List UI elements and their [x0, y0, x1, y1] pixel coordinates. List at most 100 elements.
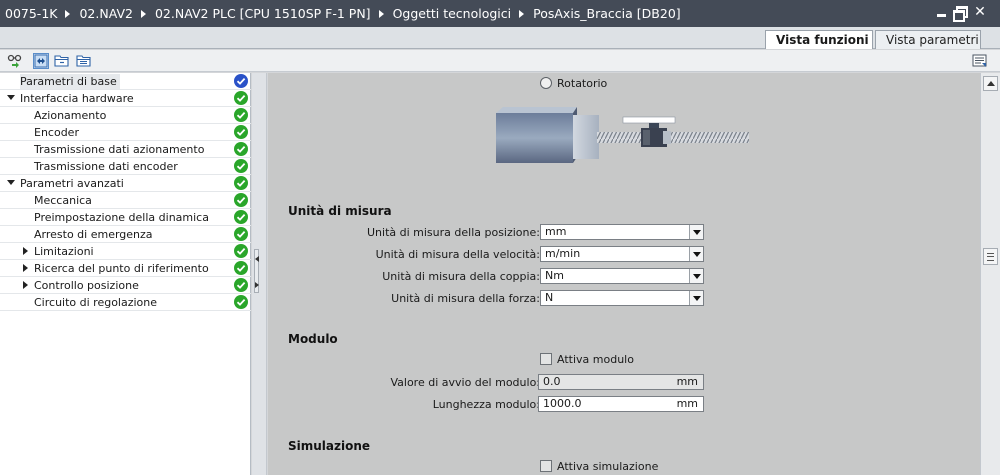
rotatorio-radio[interactable]	[540, 77, 552, 89]
nav-item-label: Trasmissione dati encoder	[34, 160, 178, 173]
nav-item-interfaccia-hardware[interactable]: Interfaccia hardware	[0, 90, 251, 107]
status-ok-icon	[234, 74, 248, 88]
nav-item-label: Arresto di emergenza	[34, 228, 153, 241]
chevron-down-icon[interactable]	[689, 269, 703, 283]
status-ok-icon	[234, 142, 248, 156]
nav-item-arresto-di-emergenza[interactable]: Arresto di emergenza	[0, 226, 251, 243]
nav-item-trasmissione-dati-encoder[interactable]: Trasmissione dati encoder	[0, 158, 251, 175]
modulo-length-field[interactable]: 1000.0 mm	[538, 396, 704, 412]
scrollbar-thumb[interactable]	[983, 248, 998, 265]
nav-item-label: Controllo posizione	[34, 279, 139, 292]
nav-item-label: Meccanica	[34, 194, 92, 207]
nav-item-circuito-di-regolazione[interactable]: Circuito di regolazione	[0, 294, 251, 311]
section-modulo-title: Modulo	[288, 332, 338, 346]
nav-item-preimpostazione-dinamica[interactable]: Preimpostazione della dinamica	[0, 209, 251, 226]
attiva-simulazione-checkbox[interactable]	[540, 460, 552, 472]
expand-down-icon[interactable]	[7, 95, 15, 100]
expand-right-icon[interactable]	[23, 281, 28, 289]
collapse-folder-icon[interactable]	[54, 53, 70, 69]
modulo-start-field[interactable]: 0.0 mm	[538, 374, 704, 390]
unit-position-select[interactable]: mm	[540, 224, 704, 240]
unit-torque-select[interactable]: Nm	[540, 268, 704, 284]
view-tab-bar: Vista funzioni Vista parametri	[0, 27, 1000, 49]
breadcrumb-separator-icon	[519, 9, 525, 18]
status-ok-icon	[234, 244, 248, 258]
unit-position-label: Unità di misura della posizione:	[366, 226, 540, 239]
status-ok-icon	[234, 295, 248, 309]
nav-item-label: Preimpostazione della dinamica	[34, 211, 209, 224]
nav-item-trasmissione-dati-azionamento[interactable]: Trasmissione dati azionamento	[0, 141, 251, 158]
axis-illustration	[496, 107, 749, 163]
status-ok-icon	[234, 91, 248, 105]
unit-torque-label: Unità di misura della coppia:	[382, 270, 540, 283]
nav-item-controllo-posizione[interactable]: Controllo posizione	[0, 277, 251, 294]
pane-settings-icon[interactable]	[972, 53, 988, 69]
chevron-down-icon[interactable]	[689, 225, 703, 239]
chevron-down-icon[interactable]	[689, 247, 703, 261]
unit-force-value: N	[545, 291, 554, 304]
unit-velocity-label: Unità di misura della velocità:	[375, 248, 540, 261]
attiva-simulazione-label: Attiva simulazione	[557, 460, 659, 473]
nav-item-meccanica[interactable]: Meccanica	[0, 192, 251, 209]
section-unita-di-misura-title: Unità di misura	[288, 204, 392, 218]
breadcrumb-separator-icon	[65, 9, 71, 18]
folder-tree-icon[interactable]	[76, 53, 92, 69]
breadcrumb-object[interactable]: PosAxis_Braccia [DB20]	[533, 6, 681, 21]
nav-item-parametri-di-base[interactable]: Parametri di base	[0, 73, 251, 90]
nav-item-azionamento[interactable]: Azionamento	[0, 107, 251, 124]
breadcrumb-plc[interactable]: 02.NAV2 PLC [CPU 1510SP F-1 PN]	[155, 6, 371, 21]
status-ok-icon	[234, 159, 248, 173]
status-ok-icon	[234, 210, 248, 224]
status-ok-icon	[234, 176, 248, 190]
unit-velocity-select[interactable]: m/min	[540, 246, 704, 262]
breadcrumb-separator-icon	[378, 9, 384, 18]
modulo-length-value: 1000.0	[543, 397, 582, 410]
nav-item-label: Ricerca del punto di riferimento	[34, 262, 209, 275]
unit-force-label: Unità di misura della forza:	[391, 292, 540, 305]
expand-down-icon[interactable]	[7, 180, 15, 185]
expand-all-icon[interactable]	[33, 53, 49, 69]
unit-torque-value: Nm	[545, 269, 564, 282]
nav-item-label: Circuito di regolazione	[34, 296, 158, 309]
status-ok-icon	[234, 261, 248, 275]
scroll-up-icon[interactable]	[983, 76, 998, 91]
attiva-modulo-checkbox[interactable]	[540, 353, 552, 365]
expand-right-icon[interactable]	[23, 264, 28, 272]
tab-vista-funzioni[interactable]: Vista funzioni	[765, 30, 873, 49]
nav-item-label: Parametri avanzati	[20, 177, 124, 190]
collapse-left-icon[interactable]	[255, 256, 259, 262]
chevron-down-icon[interactable]	[689, 291, 703, 305]
vertical-scrollbar[interactable]	[980, 73, 1000, 475]
unit-position-value: mm	[545, 225, 567, 238]
nav-item-limitazioni[interactable]: Limitazioni	[0, 243, 251, 260]
expand-right-icon[interactable]	[23, 247, 28, 255]
status-ok-icon	[234, 278, 248, 292]
nav-item-label: Azionamento	[34, 109, 107, 122]
title-bar: 0075-1K 02.NAV2 02.NAV2 PLC [CPU 1510SP …	[0, 0, 1000, 27]
unit-force-select[interactable]: N	[540, 290, 704, 306]
status-ok-icon	[234, 193, 248, 207]
rotatorio-label: Rotatorio	[557, 77, 608, 90]
close-icon[interactable]: ✕	[974, 5, 986, 19]
navigation-icon[interactable]	[7, 53, 23, 69]
breadcrumb-project[interactable]: 0075-1K	[5, 6, 57, 21]
function-view-toolbar	[0, 50, 1000, 72]
unit-velocity-value: m/min	[545, 247, 581, 260]
breadcrumb-tech-objects[interactable]: Oggetti tecnologici	[393, 6, 512, 21]
nav-item-label: Parametri di base	[20, 74, 120, 89]
minimize-icon[interactable]	[936, 6, 948, 18]
breadcrumb-station[interactable]: 02.NAV2	[79, 6, 133, 21]
modulo-start-unit: mm	[676, 375, 698, 388]
restore-icon[interactable]	[953, 6, 968, 22]
nav-item-label: Trasmissione dati azionamento	[34, 143, 205, 156]
nav-item-parametri-avanzati[interactable]: Parametri avanzati	[0, 175, 251, 192]
section-simulazione-title: Simulazione	[288, 439, 371, 453]
tab-vista-parametri[interactable]: Vista parametri	[875, 30, 981, 49]
expand-right-icon[interactable]	[255, 282, 259, 288]
panel-splitter[interactable]	[252, 73, 267, 475]
nav-item-encoder[interactable]: Encoder	[0, 124, 251, 141]
modulo-start-label: Valore di avvio del modulo:	[390, 376, 540, 389]
splitter-handle[interactable]	[254, 249, 259, 293]
nav-item-ricerca-punto-riferimento[interactable]: Ricerca del punto di riferimento	[0, 260, 251, 277]
modulo-start-value: 0.0	[543, 375, 561, 388]
